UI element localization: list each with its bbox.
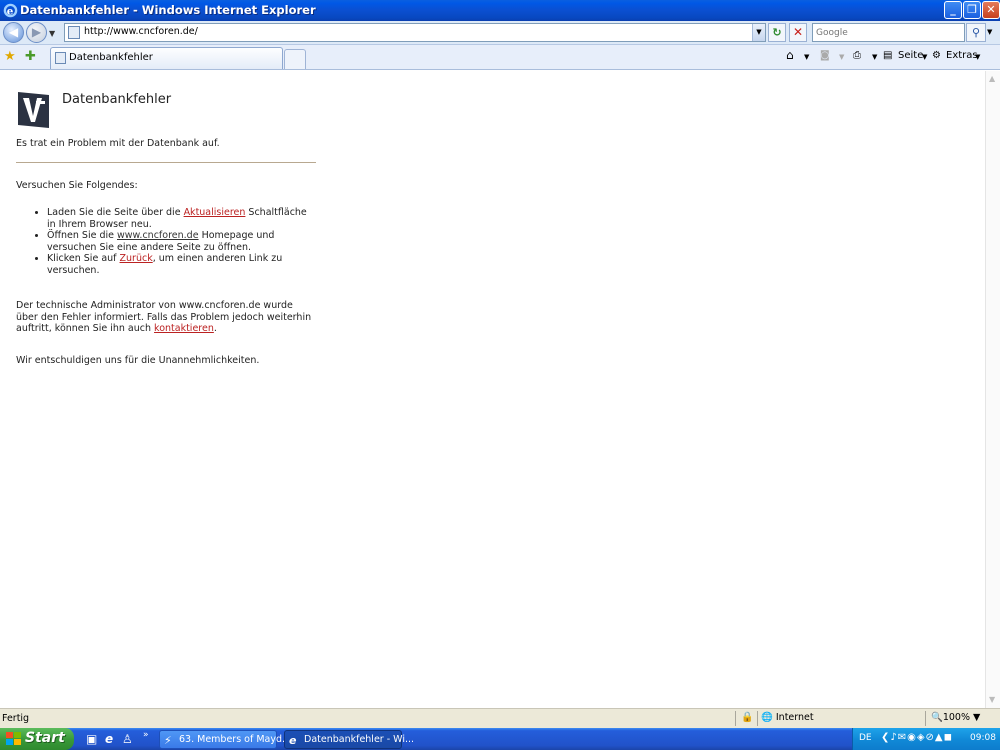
status-text: Fertig [2, 713, 30, 724]
zoom-icon: 🔍 [931, 712, 943, 723]
taskbar-item[interactable]: e Datenbankfehler - Wi... [284, 730, 414, 749]
chevron-icon[interactable]: » [143, 730, 149, 740]
title-bar[interactable]: e Datenbankfehler - Windows Internet Exp… [0, 0, 1000, 21]
start-button[interactable]: Start [0, 728, 74, 750]
feeds-dropdown-icon[interactable]: ▼ [839, 53, 844, 61]
back-link[interactable]: Zurück [120, 253, 153, 264]
home-icon[interactable]: ⌂ [786, 48, 794, 62]
refresh-link[interactable]: Aktualisieren [184, 207, 246, 218]
apology-text: Wir entschuldigen uns für die Unannehmli… [16, 355, 260, 366]
search-input[interactable] [816, 25, 961, 40]
history-dropdown-icon[interactable]: ▼ [49, 29, 55, 38]
contact-link[interactable]: kontaktieren [154, 323, 214, 334]
admin-notice: Der technische Administrator von www.cnc… [16, 300, 312, 335]
address-bar[interactable]: http://www.cncforen.de/ ▼ [64, 23, 766, 42]
protected-mode-icon[interactable]: 🔒 [741, 712, 753, 723]
search-box[interactable] [812, 23, 965, 42]
list-item: Klicken Sie auf Zurück, um einen anderen… [47, 253, 315, 276]
page-icon[interactable]: ▤ [883, 50, 892, 61]
home-dropdown-icon[interactable]: ▼ [804, 53, 809, 61]
address-toolbar: ◀ ▶ ▼ http://www.cncforen.de/ ▼ ↻ ✕ ⚲ ▼ [0, 21, 1000, 45]
address-url[interactable]: http://www.cncforen.de/ [84, 26, 198, 37]
globe-icon: 🌐 [761, 712, 773, 723]
back-button[interactable]: ◀ [3, 22, 24, 43]
print-icon[interactable]: ⎙ [853, 50, 861, 61]
extras-dropdown-icon[interactable]: ▼ [975, 53, 980, 61]
address-dropdown-icon[interactable]: ▼ [752, 24, 765, 41]
ie-icon: e [289, 734, 297, 747]
extras-menu[interactable]: Extras [946, 50, 978, 61]
scroll-up-icon[interactable]: ▲ [989, 74, 995, 83]
scroll-down-icon[interactable]: ▼ [989, 695, 995, 704]
homepage-link[interactable]: www.cncforen.de [117, 230, 199, 241]
stop-button[interactable]: ✕ [789, 23, 807, 42]
page-icon [68, 26, 80, 39]
close-button[interactable]: ✕ [982, 1, 1000, 19]
system-tray: DE ❮♪✉◉◈⊘▲◼ 09:08 [852, 728, 1000, 750]
forward-button[interactable]: ▶ [26, 22, 47, 43]
taskbar-item-label: 63. Members of Mayd... [179, 734, 292, 745]
taskbar-item-label: Datenbankfehler - Wi... [304, 734, 415, 745]
list-item: Öffnen Sie die www.cncforen.de Homepage … [47, 230, 315, 253]
tab-page-icon [55, 52, 66, 64]
try-label: Versuchen Sie Folgendes: [16, 180, 138, 191]
status-bar: Fertig 🔒 🌐 Internet 🔍100% ▼ [0, 708, 1000, 728]
window-title: Datenbankfehler - Windows Internet Explo… [20, 3, 316, 17]
refresh-button[interactable]: ↻ [768, 23, 786, 42]
tray-icons[interactable]: ❮♪✉◉◈⊘▲◼ [881, 732, 953, 743]
ie-icon: e [3, 3, 18, 18]
search-options-icon[interactable]: ▼ [987, 28, 992, 36]
favorites-star-icon[interactable]: ★ [4, 49, 16, 64]
status-separator [735, 711, 736, 726]
quicklaunch-icon[interactable]: ▣ [86, 732, 97, 746]
maximize-button[interactable]: ❐ [963, 1, 981, 19]
search-icon[interactable]: ⚲ [966, 23, 986, 42]
quicklaunch-icon[interactable]: ♙ [122, 732, 133, 746]
tab-label: Datenbankfehler [69, 52, 153, 63]
status-separator [757, 711, 758, 726]
ie-quicklaunch-icon[interactable]: e [105, 732, 113, 746]
zoom-level[interactable]: 🔍100% ▼ [931, 712, 980, 723]
divider [16, 162, 316, 163]
language-indicator[interactable]: DE [859, 733, 872, 743]
clock[interactable]: 09:08 [970, 733, 996, 743]
list-item: Laden Sie die Seite über die Aktualisier… [47, 207, 315, 230]
start-label: Start [25, 730, 65, 746]
internet-zone[interactable]: 🌐 Internet [761, 712, 814, 723]
status-separator [925, 711, 926, 726]
folder-icon: ⚡ [164, 734, 172, 747]
intro-text: Es trat ein Problem mit der Datenbank au… [16, 138, 220, 149]
seite-dropdown-icon[interactable]: ▼ [922, 53, 927, 61]
taskbar: Start ▣ e ♙ » ⚡ 63. Members of Mayd... e… [0, 728, 1000, 750]
feeds-icon[interactable]: ◙ [820, 50, 830, 61]
minimize-button[interactable]: _ [944, 1, 962, 19]
tab-toolbar: ★ ✚ Datenbankfehler ⌂ ▼ ◙ ▼ ⎙ ▼ ▤ Seite … [0, 45, 1000, 70]
gear-icon[interactable]: ⚙ [932, 50, 941, 61]
seite-menu[interactable]: Seite [898, 50, 923, 61]
suggestion-list: Laden Sie die Seite über die Aktualisier… [47, 207, 315, 277]
site-logo [18, 92, 49, 128]
windows-flag-icon [6, 732, 21, 745]
taskbar-item[interactable]: ⚡ 63. Members of Mayd... [159, 730, 291, 749]
page-content: Datenbankfehler Es trat ein Problem mit … [0, 71, 985, 708]
new-tab-button[interactable] [284, 49, 306, 69]
page-title: Datenbankfehler [62, 92, 172, 107]
add-favorites-icon[interactable]: ✚ [25, 49, 36, 64]
vertical-scrollbar[interactable]: ▲ ▼ [985, 71, 1000, 708]
svg-text:e: e [7, 5, 14, 17]
print-dropdown-icon[interactable]: ▼ [872, 53, 877, 61]
tab-datenbankfehler[interactable]: Datenbankfehler [50, 47, 283, 69]
